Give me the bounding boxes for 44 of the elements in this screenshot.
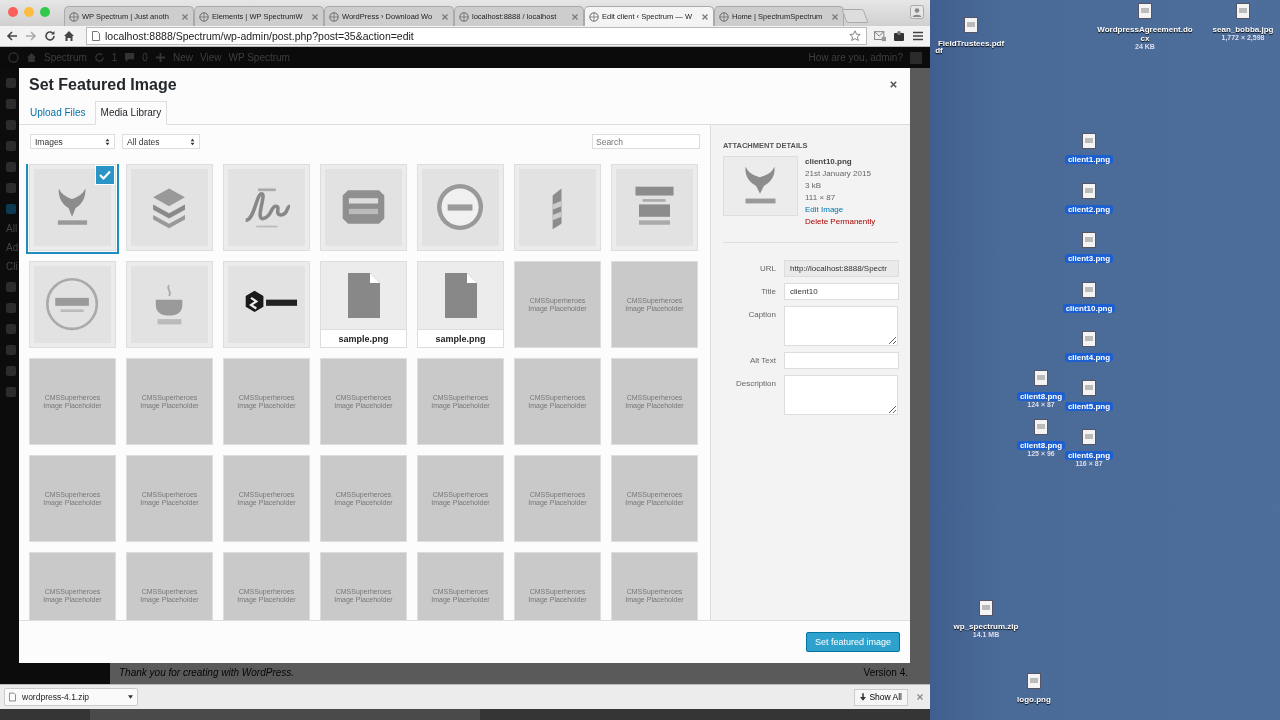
attachment-date: 21st January 2015: [805, 168, 872, 180]
file-name[interactable]: client8.png: [1016, 392, 1066, 401]
url-field[interactable]: http://localhost:8888/Spectr: [784, 260, 899, 277]
filename: sample.png: [321, 329, 406, 347]
download-item[interactable]: wordpress-4.1.zip: [4, 688, 138, 706]
file-name[interactable]: WordpressAgreement.docx: [1094, 25, 1196, 43]
file-name[interactable]: client3.png: [1064, 254, 1114, 263]
attachment-filename: client10.png: [805, 156, 853, 168]
file-name[interactable]: client4.png: [1064, 353, 1114, 362]
field-label: URL: [759, 263, 776, 273]
file-name[interactable]: df: [932, 46, 946, 55]
modal-tab[interactable]: Upload Files: [25, 102, 91, 124]
version-text: Version 4.: [863, 666, 908, 678]
filename: sample.png: [418, 329, 503, 347]
filter-dropdown[interactable]: Images: [30, 134, 115, 149]
file-name[interactable]: wp_spectrum.zip: [950, 622, 1022, 631]
modal-tab[interactable]: Media Library: [94, 101, 168, 125]
show-all-button[interactable]: Show All: [854, 688, 908, 706]
field-label: Caption: [747, 309, 776, 319]
file-name[interactable]: client6.png: [1064, 451, 1114, 460]
media-thumbnail[interactable]: sample.png: [320, 261, 407, 348]
edit-image-link[interactable]: Edit Image: [805, 204, 876, 216]
file-name[interactable]: sean_bobba.jpg: [1209, 25, 1277, 34]
set-featured-image-button[interactable]: Set featured image: [805, 632, 900, 652]
text-field[interactable]: client10: [784, 283, 899, 300]
footer-text: Thank you for creating with WordPress.: [119, 666, 295, 678]
field-label: Alt Text: [748, 355, 776, 365]
field-label: Title: [760, 286, 776, 296]
file-name[interactable]: client2.png: [1064, 205, 1114, 214]
file-name[interactable]: client10.png: [1062, 304, 1116, 313]
delete-link[interactable]: Delete Permanently: [805, 216, 876, 228]
attachment-size: 3 kB: [805, 180, 822, 192]
field-label: Description: [735, 378, 776, 388]
address-bar[interactable]: localhost:8888/Spectrum/wp-admin/post.php?post=35&action=edit: [86, 27, 867, 45]
file-name[interactable]: client1.png: [1064, 155, 1114, 164]
file-name[interactable]: logo.png: [1014, 695, 1054, 704]
file-name[interactable]: client5.png: [1064, 402, 1114, 411]
filter-dropdown[interactable]: All dates: [122, 134, 200, 149]
search-field[interactable]: Search: [592, 134, 700, 149]
file-name[interactable]: FieldTrustees.pdf: [934, 39, 1008, 48]
attachment-dimensions: 111 × 87: [805, 192, 837, 204]
media-thumbnail[interactable]: sample.png: [417, 261, 504, 348]
file-name[interactable]: client8.png: [1016, 441, 1066, 450]
modal-title: Set Featured Image: [29, 75, 177, 94]
